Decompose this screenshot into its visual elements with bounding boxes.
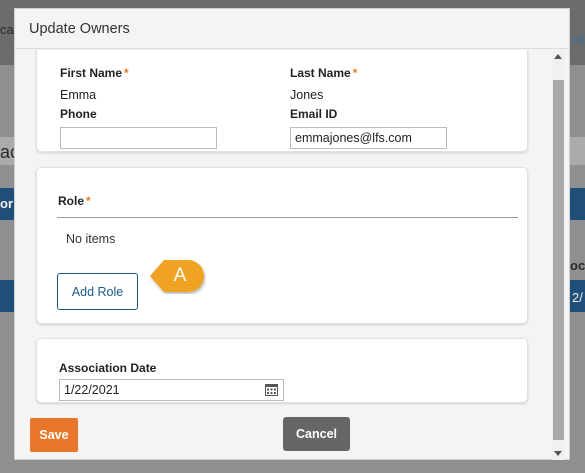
last-name-value: Jones bbox=[290, 88, 324, 102]
first-name-value: Emma bbox=[60, 88, 97, 102]
scroll-down-arrow-icon[interactable] bbox=[554, 451, 562, 456]
add-role-button[interactable]: Add Role bbox=[57, 273, 138, 310]
callout-label: A bbox=[173, 265, 187, 286]
required-marker: * bbox=[352, 66, 358, 80]
last-name-label: Last Name * bbox=[290, 66, 358, 80]
modal-scrollbar[interactable] bbox=[552, 50, 565, 460]
background-text-right-blue: 2/ bbox=[572, 290, 583, 305]
cancel-button[interactable]: Cancel bbox=[283, 417, 350, 451]
first-name-label: First Name * bbox=[60, 66, 129, 80]
required-marker: * bbox=[86, 194, 91, 208]
email-input[interactable]: emmajones@lfs.com bbox=[290, 127, 447, 149]
phone-label: Phone bbox=[60, 107, 97, 121]
role-divider bbox=[57, 217, 518, 218]
background-text-left: ca bbox=[0, 22, 14, 37]
calendar-icon[interactable] bbox=[265, 384, 278, 396]
background-text-left-blue: or bbox=[0, 196, 13, 211]
association-date-input[interactable]: 1/22/2021 bbox=[59, 379, 284, 401]
background-text-right: cti bbox=[572, 32, 585, 47]
save-button[interactable]: Save bbox=[30, 418, 78, 452]
email-label: Email ID bbox=[290, 107, 338, 121]
owner-details-card: First Name * Emma Last Name * Jones Phone … bbox=[36, 50, 528, 152]
background-text-right-mid: oci bbox=[570, 258, 585, 273]
modal-header: Update Owners bbox=[15, 9, 569, 49]
association-date-value: 1/22/2021 bbox=[64, 383, 120, 397]
scrollbar-thumb[interactable] bbox=[553, 80, 564, 440]
role-label: Role * bbox=[58, 194, 91, 208]
role-empty-text: No items bbox=[66, 232, 116, 246]
scroll-up-arrow-icon[interactable] bbox=[554, 54, 562, 59]
phone-input[interactable] bbox=[60, 127, 217, 149]
association-date-card: Association Date 1/22/2021 bbox=[36, 338, 528, 403]
required-marker: * bbox=[124, 66, 129, 80]
association-date-label: Association Date bbox=[59, 361, 157, 375]
modal-title: Update Owners bbox=[29, 20, 130, 37]
modal-body: First Name * Emma Last Name * Jones Phone … bbox=[15, 50, 571, 410]
update-owners-modal: Update Owners First Name * Emma Last Name… bbox=[14, 8, 570, 460]
role-card: Role * No items Add Role bbox=[36, 167, 528, 324]
